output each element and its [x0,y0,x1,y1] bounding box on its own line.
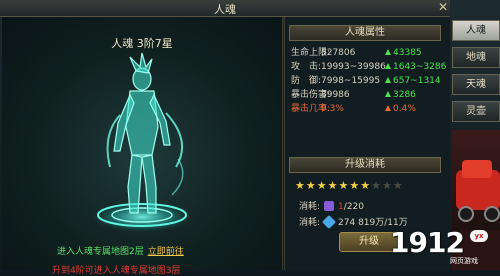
star-filled-icon: ★ [349,179,361,192]
stat-bonus: 657~1314 [393,76,441,86]
star-filled-icon: ★ [316,179,328,192]
go-now-link[interactable]: 立即前往 [148,247,184,257]
up-arrow-icon [385,63,391,69]
spirit-hair [129,52,153,74]
star-filled-icon: ★ [305,179,317,192]
spirit-body [113,52,171,214]
up-arrow-icon [385,105,391,111]
tab-dihun[interactable]: 地魂 [452,47,500,68]
stat-row: 暴击伤害:39986 3286 [291,87,451,100]
star-empty-icon: ★ [392,179,404,192]
star-empty-icon: ★ [371,179,382,192]
brand-number: 1912 [390,226,465,259]
cost-item-1: 消耗: 1/220 [299,199,364,212]
game-window: 人魂 ✕ 人魂 3阶7星 进入人魂专属地图2层 立即前往 升到4阶可进入人魂专属… [0,0,500,276]
cost-label: 消耗: [299,218,321,228]
stat-row-crit: 暴击几率:9.3% 0.4% [291,101,451,114]
pedestal-glow [90,201,194,233]
stat-bonus: 3286 [393,90,416,100]
tab-linghu[interactable]: 灵壶 [452,101,500,122]
up-arrow-icon [385,49,391,55]
stat-row: 生命上限:527806 43385 [291,45,451,58]
map-entry-text: 进入人魂专属地图2层 [57,247,144,257]
stat-label: 防 御: [291,76,322,86]
soul-stage: 人魂 3阶7星 进入人魂专属地图2层 立即前往 升到4阶可进入人魂专属地图3层 [2,17,283,276]
stat-row: 防 御:7998~15995 657~1314 [291,73,451,86]
star-filled-icon: ★ [360,179,372,192]
cost-label: 消耗: [299,202,321,212]
brand-badge: yx [470,230,488,242]
star-filled-icon: ★ [338,179,350,192]
soul-figure [90,52,194,233]
stat-value: 7998~15995 [321,76,381,86]
brand-watermark: 1912 yx 网页游戏 [390,226,498,266]
star-filled-icon: ★ [295,179,306,192]
stat-value: 527806 [321,48,356,58]
stat-label: 暴击几率: [291,104,331,114]
stat-label: 暴击伤害: [291,90,331,100]
brand-subtitle: 网页游戏 [450,257,478,265]
stat-bonus: 43385 [393,48,422,58]
star-rating: ★★★★★★★★★★ [295,179,404,192]
stat-value: 19993~39986 [321,62,386,72]
soul-stone-icon [324,201,335,211]
cost-need: /220 [343,202,364,212]
stat-row: 攻 击:19993~39986 1643~3286 [291,59,451,72]
up-arrow-icon [385,77,391,83]
star-empty-icon: ★ [382,179,393,192]
stat-bonus: 0.4% [393,104,416,114]
close-icon[interactable]: ✕ [436,0,450,14]
title-bar: 人魂 [0,0,450,17]
stat-bonus: 1643~3286 [393,62,447,72]
star-filled-icon: ★ [327,179,339,192]
map-entry-note: 进入人魂专属地图2层 立即前往 [57,244,184,257]
stats-header: 人魂属性 [289,25,441,41]
stat-label: 攻 击: [291,62,322,72]
tab-renhun[interactable]: 人魂 [452,20,500,41]
up-arrow-icon [385,91,391,97]
side-tabs: 人魂 地魂 天魂 灵壶 [452,20,500,128]
stat-value: 39986 [321,90,350,100]
stat-label: 生命上限: [291,48,331,58]
stat-value: 9.3% [321,104,344,114]
upgrade-header: 升级消耗 [289,157,441,173]
tab-tianhun[interactable]: 天魂 [452,74,500,95]
window-title: 人魂 [214,3,236,16]
diamond-icon [321,214,337,230]
